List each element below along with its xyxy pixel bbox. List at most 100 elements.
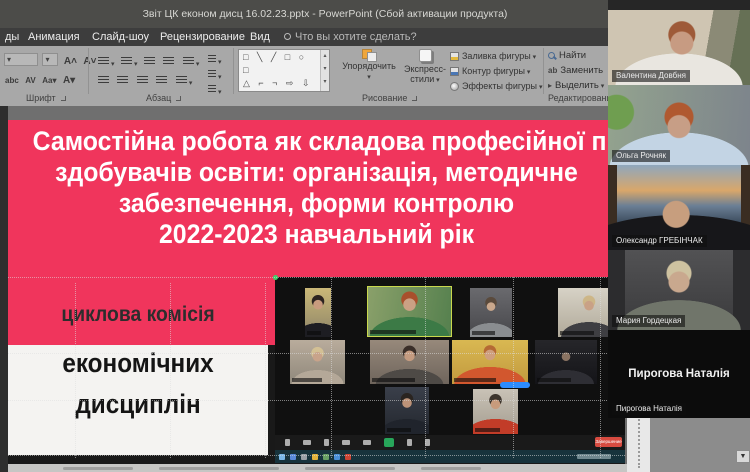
tab-animation[interactable]: Анимация bbox=[28, 28, 80, 46]
drawing-group-label: Рисование bbox=[362, 93, 417, 103]
dotted-gridline bbox=[600, 277, 601, 458]
shape-effects-label: Эффекты фигуры bbox=[462, 81, 537, 91]
grow-font-icon[interactable]: A˄ bbox=[64, 56, 77, 67]
shape-fill-icon bbox=[450, 52, 459, 61]
justify-icon[interactable] bbox=[156, 76, 167, 85]
meeting-tile bbox=[535, 340, 597, 384]
collapse-panel-button[interactable]: ▼ bbox=[736, 450, 750, 463]
align-right-icon[interactable] bbox=[137, 76, 148, 85]
shape-effects-button[interactable]: Эффекты фигуры ▾ bbox=[450, 80, 545, 93]
dialog-launcher-icon[interactable] bbox=[412, 96, 417, 101]
meeting-tile bbox=[470, 288, 512, 337]
strikethrough-icon[interactable]: abc bbox=[5, 76, 19, 85]
tile-name-tag bbox=[372, 378, 415, 382]
tell-me-search[interactable]: Что вы хотите сделать? bbox=[284, 28, 417, 46]
quick-styles-button[interactable]: Экспресс- стили ▾ bbox=[402, 49, 448, 86]
dialog-launcher-icon[interactable] bbox=[61, 96, 66, 101]
paragraph-group-row1: ▾ ▾ ▾ bbox=[96, 53, 199, 71]
shape-outline-icon bbox=[450, 67, 459, 76]
dotted-gridline bbox=[513, 277, 514, 458]
tile-name-tag bbox=[370, 330, 416, 334]
ribbon: ▾ ▾ A˄ A˅ abc AV Aa▾ A▾ ▾ ▾ ▾ bbox=[0, 46, 627, 106]
slide-label-commission: циклова комісія bbox=[22, 303, 254, 327]
font-size-box[interactable]: ▾ bbox=[42, 53, 58, 66]
tab-transitions-partial[interactable]: ды bbox=[5, 28, 19, 46]
tab-slideshow[interactable]: Слайд-шоу bbox=[92, 28, 149, 46]
dotted-gridline bbox=[425, 277, 426, 458]
participant-video[interactable]: Валентина Довбня bbox=[608, 10, 750, 85]
shape-fill-label: Заливка фигуры bbox=[462, 51, 531, 61]
tile-name-tag bbox=[472, 331, 495, 335]
participants-sidebar: Валентина Довбня Ольга Рочняк Олександр … bbox=[608, 10, 750, 418]
find-icon bbox=[548, 52, 555, 59]
tab-review[interactable]: Рецензирование bbox=[160, 28, 245, 46]
font-name-box[interactable]: ▾ bbox=[4, 53, 38, 66]
indent-decrease-icon[interactable] bbox=[144, 57, 155, 66]
share-screen-icon bbox=[384, 438, 394, 447]
arrange-button[interactable]: Упорядочить▾ bbox=[338, 49, 400, 83]
dotted-gridline bbox=[170, 283, 171, 458]
group-separator bbox=[543, 48, 544, 94]
font-color-icon[interactable]: A▾ bbox=[63, 75, 75, 86]
dialog-launcher-icon[interactable] bbox=[176, 96, 181, 101]
lightbulb-icon bbox=[284, 33, 291, 40]
shape-outline-label: Контур фигуры bbox=[462, 66, 525, 76]
find-label: Найти bbox=[559, 50, 586, 61]
shapes-scrollbar[interactable]: ▴▾▾ bbox=[320, 50, 329, 91]
reaction-badge bbox=[500, 382, 530, 388]
screen: Звіт ЦК економ дисц 16.02.23.pptx - Powe… bbox=[0, 0, 750, 472]
replace-label: Заменить bbox=[560, 65, 603, 76]
shapes-gallery[interactable]: □ ╲ ╱ □ ○ □ △ ⌐ ¬ ⇨ ⇩ ◇ ☆ ~ ( { } ☆ ▴▾▾ bbox=[238, 49, 330, 92]
bullets-icon[interactable] bbox=[98, 57, 109, 66]
participant-video[interactable]: Олександр ГРЕБІНЧАК bbox=[608, 165, 750, 250]
chat-icon bbox=[363, 440, 371, 445]
shape-effects-icon bbox=[450, 82, 459, 91]
shape-outline-button[interactable]: Контур фигуры ▾ bbox=[450, 65, 545, 78]
meeting-tile bbox=[305, 288, 331, 337]
slide-title-line-1: Самостійна робота як складова професійно… bbox=[33, 126, 601, 157]
align-left-icon[interactable] bbox=[98, 76, 109, 85]
select-label: Выделить bbox=[555, 80, 599, 91]
dotted-gridline bbox=[331, 277, 332, 458]
font-group-label: Шрифт bbox=[26, 93, 66, 103]
font-group-controls: ▾ ▾ A˄ A˅ bbox=[4, 51, 97, 69]
tile-name-tag bbox=[454, 378, 496, 382]
dotted-gridline bbox=[8, 455, 625, 456]
participant-name-tag: Ольга Рочняк bbox=[612, 150, 670, 162]
group-separator bbox=[88, 48, 89, 94]
tile-name-tag bbox=[560, 331, 594, 335]
tile-name-tag bbox=[292, 378, 322, 382]
slide-label-disciplines: дисциплін bbox=[21, 389, 255, 420]
char-spacing-icon[interactable]: AV bbox=[25, 76, 36, 85]
shrink-font-icon[interactable]: A˅ bbox=[83, 56, 96, 67]
tab-view[interactable]: Вид bbox=[250, 28, 270, 46]
align-center-icon[interactable] bbox=[117, 76, 128, 85]
participant-video[interactable]: Мария Гордецкая bbox=[608, 250, 750, 330]
shape-fill-button[interactable]: Заливка фигуры ▾ bbox=[450, 50, 545, 63]
camera-icon bbox=[303, 440, 311, 445]
paragraph-group-row2: ▾ bbox=[96, 72, 192, 90]
tile-name-tag bbox=[537, 378, 571, 382]
meeting-tile bbox=[452, 340, 528, 384]
slide-canvas[interactable]: Самостійна робота як складова професійно… bbox=[8, 120, 625, 464]
participant-video-camera-off[interactable]: Пирогова Наталія Пирогова Наталія bbox=[608, 330, 750, 418]
numbering-icon[interactable] bbox=[121, 57, 132, 66]
participant-name-tag: Мария Гордецкая bbox=[612, 315, 685, 327]
participant-video[interactable]: Ольга Рочняк bbox=[608, 85, 750, 165]
line-spacing-icon[interactable] bbox=[183, 57, 194, 66]
arrange-label: Упорядочить bbox=[342, 61, 396, 71]
smartart-convert-icon[interactable]: ▾ bbox=[206, 81, 222, 99]
dotted-gridline bbox=[8, 277, 625, 278]
indent-increase-icon[interactable] bbox=[163, 57, 174, 66]
tile-name-tag bbox=[307, 331, 321, 335]
meeting-tile bbox=[290, 340, 345, 384]
columns-icon[interactable] bbox=[176, 76, 187, 85]
quick-styles-label-2: стили bbox=[410, 74, 434, 84]
camera-off-display-name: Пирогова Наталія bbox=[608, 368, 750, 380]
slide-title: Самостійна робота як складова професійно… bbox=[8, 126, 625, 250]
change-case-icon[interactable]: Aa▾ bbox=[42, 76, 56, 85]
font-group-controls-2: abc AV Aa▾ A▾ bbox=[4, 70, 76, 88]
meeting-tile-active-speaker bbox=[367, 286, 452, 337]
quick-styles-icon bbox=[419, 49, 432, 62]
slide-title-line-3: забезпечення, форми контролю bbox=[33, 188, 601, 219]
